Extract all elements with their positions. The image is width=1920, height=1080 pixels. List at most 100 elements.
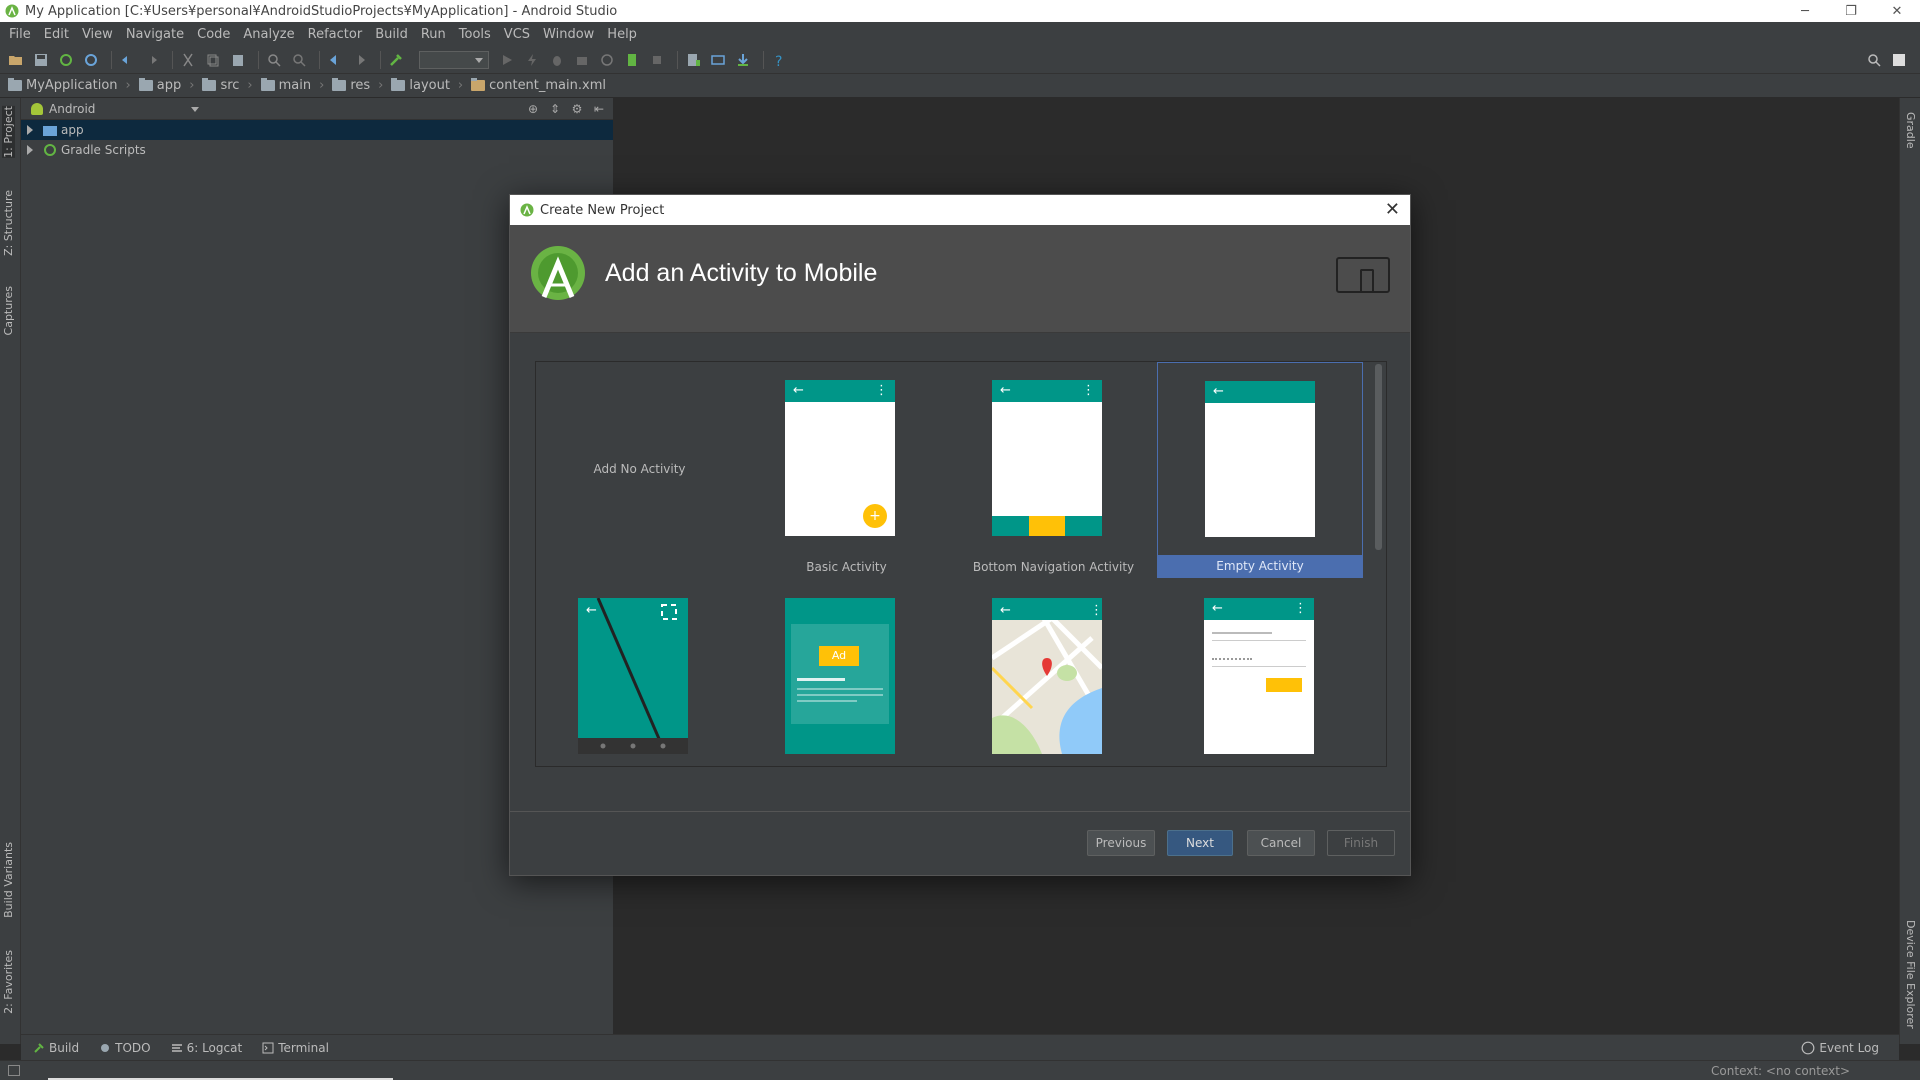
menu-build[interactable]: Build [370, 27, 413, 42]
menu-edit[interactable]: Edit [39, 27, 74, 42]
tab-structure[interactable]: Z: Structure [2, 190, 15, 256]
menu-help[interactable]: Help [602, 27, 642, 42]
scroll-from-source-icon[interactable]: ⊕ [525, 101, 541, 117]
menu-analyze[interactable]: Analyze [238, 27, 299, 42]
activity-tile-empty[interactable]: ← Empty Activity [1157, 362, 1363, 578]
find-icon[interactable] [264, 50, 284, 70]
make-project-icon[interactable] [386, 50, 406, 70]
menu-vcs[interactable]: VCS [499, 27, 535, 42]
bottom-navigation-preview: ← ⋮ [992, 380, 1102, 536]
crumb-res[interactable]: res › [332, 78, 383, 93]
help-icon[interactable]: ? [769, 50, 789, 70]
toggle-tool-windows-icon[interactable] [8, 1065, 20, 1076]
profile-icon[interactable] [572, 50, 592, 70]
phone-tablet-icon [1336, 257, 1390, 293]
avd-manager-icon[interactable] [683, 50, 703, 70]
cut-icon[interactable] [178, 50, 198, 70]
sdk-manager-icon[interactable] [708, 50, 728, 70]
crumb-src[interactable]: src › [202, 78, 253, 93]
tab-gradle[interactable]: Gradle [1904, 112, 1917, 149]
next-button[interactable]: Next [1167, 830, 1233, 856]
forward-arrow-icon[interactable] [350, 50, 370, 70]
activity-tile-login[interactable]: ← ⋮ [1157, 598, 1364, 766]
crumb-layout[interactable]: layout › [391, 78, 463, 93]
expand-arrow-icon[interactable] [27, 125, 33, 135]
activity-tile-bottom-navigation[interactable]: ← ⋮ Bottom Navigation Activity [950, 362, 1157, 578]
menu-code[interactable]: Code [192, 27, 235, 42]
minimize-button[interactable]: ─ [1782, 0, 1828, 22]
crumb-myapplication[interactable]: MyApplication › [8, 78, 131, 93]
crumb-content-main-xml[interactable]: content_main.xml [471, 78, 606, 93]
back-arrow-icon[interactable] [325, 50, 345, 70]
layout-toggle-icon[interactable] [1889, 50, 1909, 70]
menu-navigate[interactable]: Navigate [121, 27, 189, 42]
chevron-down-icon[interactable] [191, 107, 199, 112]
breadcrumb: MyApplication › app › src › main › res › layo… [0, 74, 1920, 98]
instant-run-icon[interactable] [622, 50, 642, 70]
copy-icon[interactable] [203, 50, 223, 70]
tab-todo[interactable]: TODO [99, 1041, 151, 1055]
attach-debugger-icon[interactable] [597, 50, 617, 70]
save-icon[interactable] [31, 50, 51, 70]
redo-icon[interactable] [142, 50, 162, 70]
event-log-button[interactable]: Event Log [1801, 1041, 1879, 1055]
tab-terminal[interactable]: Terminal [262, 1041, 329, 1055]
tab-captures[interactable]: Captures [2, 286, 15, 335]
replace-icon[interactable] [289, 50, 309, 70]
gradle-icon [44, 144, 56, 156]
paste-icon[interactable] [228, 50, 248, 70]
sdk-download-icon[interactable] [733, 50, 753, 70]
hide-panel-icon[interactable]: ⇤ [591, 101, 607, 117]
gear-icon[interactable]: ⚙ [569, 101, 585, 117]
collapse-all-icon[interactable]: ⇕ [547, 101, 563, 117]
menu-refactor[interactable]: Refactor [303, 27, 368, 42]
crumb-app[interactable]: app › [138, 78, 194, 93]
fullscreen-activity-preview: ← [578, 598, 688, 754]
right-tool-window-strip: Gradle Device File Explorer [1899, 98, 1920, 1044]
tab-device-file-explorer[interactable]: Device File Explorer [1904, 920, 1917, 1029]
previous-button[interactable]: Previous [1087, 830, 1155, 856]
window-titlebar: My Application [C:¥Users¥personal¥Androi… [0, 0, 1920, 22]
open-folder-icon[interactable] [6, 50, 26, 70]
project-view-selector[interactable]: Android [49, 102, 95, 116]
tab-build[interactable]: Build [33, 1041, 79, 1055]
menu-window[interactable]: Window [538, 27, 599, 42]
menu-tools[interactable]: Tools [454, 27, 496, 42]
close-window-button[interactable]: ✕ [1874, 0, 1920, 22]
tab-build-variants[interactable]: Build Variants [2, 842, 15, 918]
menu-view[interactable]: View [77, 27, 118, 42]
restore-button[interactable]: ❐ [1828, 0, 1874, 22]
overflow-menu-icon: ⋮ [875, 383, 888, 398]
terminal-icon [262, 1042, 274, 1053]
ad-badge: Ad [819, 646, 859, 666]
android-studio-icon [520, 203, 534, 217]
crumb-main[interactable]: main › [260, 78, 324, 93]
activity-tile-no-activity[interactable]: Add No Activity [536, 362, 743, 578]
finish-button[interactable]: Finish [1327, 830, 1395, 856]
menu-file[interactable]: File [4, 27, 36, 42]
expand-arrow-icon[interactable] [27, 145, 33, 155]
activity-tile-admob[interactable]: Ad [743, 598, 950, 766]
run-icon[interactable] [497, 50, 517, 70]
toolbar-separator [319, 50, 320, 69]
activity-tile-basic[interactable]: ← ⋮ + Basic Activity [743, 362, 950, 578]
close-icon[interactable]: ✕ [1385, 199, 1400, 220]
run-configuration-select[interactable] [419, 50, 489, 69]
search-everywhere-icon[interactable] [1864, 50, 1884, 70]
apply-changes-icon[interactable] [522, 50, 542, 70]
tab-project[interactable]: 1: Project [2, 106, 15, 158]
tree-item-gradle-scripts[interactable]: Gradle Scripts [21, 140, 613, 160]
stop-icon[interactable] [647, 50, 667, 70]
tree-item-app[interactable]: app [21, 120, 613, 140]
menu-run[interactable]: Run [416, 27, 451, 42]
activity-tile-google-maps[interactable]: ← ⋮ [950, 598, 1157, 766]
undo-icon[interactable] [117, 50, 137, 70]
refresh-icon[interactable] [81, 50, 101, 70]
tab-logcat[interactable]: 6: Logcat [171, 1041, 242, 1055]
activity-tile-fullscreen[interactable]: ← [536, 598, 743, 766]
cancel-button[interactable]: Cancel [1247, 830, 1315, 856]
gallery-scrollbar[interactable] [1375, 364, 1382, 550]
tab-favorites[interactable]: 2: Favorites [2, 950, 15, 1014]
debug-icon[interactable] [547, 50, 567, 70]
sync-icon[interactable] [56, 50, 76, 70]
